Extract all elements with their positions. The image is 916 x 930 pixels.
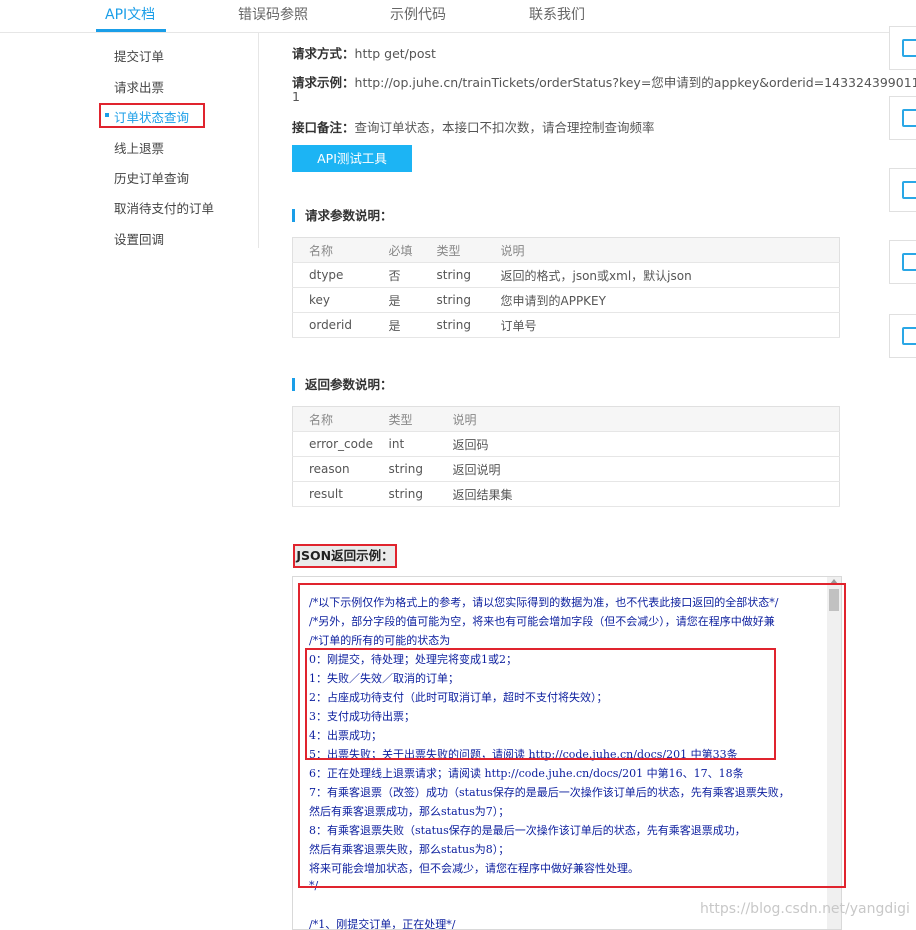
table-cell: 订单号 [500,312,840,338]
watermark-text: https://blog.csdn.net/yangdigi [700,901,910,917]
api-note-label: 接口备注： [292,120,355,135]
table-header: 必填 [388,237,437,263]
request-method-label: 请求方式： [292,46,355,61]
sidebar-item-submit-order[interactable]: 提交订单 [114,46,164,65]
table-cell: key [292,287,389,313]
tab-sample-code[interactable]: 示例代码 [390,4,446,24]
top-navigation: API文档 错误码参照 示例代码 联系我们 [0,0,916,33]
request-example-line: 请求示例：http://op.juhe.cn/trainTickets/orde… [292,72,916,91]
refresh-icon [902,109,916,127]
request-example-label: 请求示例： [292,75,355,90]
tab-api-docs[interactable]: API文档 [105,4,155,24]
request-method-line: 请求方式：http get/post [292,43,436,62]
table-header: 类型 [436,237,501,263]
table-header: 名称 [292,406,389,432]
table-cell: 您申请到的APPKEY [500,287,840,313]
api-note-value: 查询订单状态，本接口不扣次数，请合理控制查询频率 [354,120,655,135]
rail-item-price[interactable] [889,26,916,70]
table-cell: int [388,431,453,457]
table-cell: orderid [292,312,389,338]
table-row: error_code int 返回码 [292,431,840,457]
table-cell: string [436,287,501,313]
table-cell: 是 [388,287,437,313]
tab-error-codes[interactable]: 错误码参照 [238,4,308,24]
table-cell: 返回码 [452,431,840,457]
json-example-title: JSON返回示例： [293,544,397,568]
table-cell: 返回的格式，json或xml，默认json [500,262,840,288]
table-row: result string 返回结果集 [292,481,840,507]
rail-item-chat[interactable] [889,240,916,284]
table-row: orderid 是 string 订单号 [292,312,840,338]
table-header: 类型 [388,406,453,432]
table-cell: result [292,481,389,507]
sidebar-item-online-refund[interactable]: 线上退票 [114,138,164,157]
rail-item-weather[interactable] [889,314,916,358]
api-test-tool-button[interactable]: API测试工具 [292,145,412,172]
tab-contact-us[interactable]: 联系我们 [529,4,585,24]
highlight-box-status-list [305,648,776,760]
table-cell: string [388,481,453,507]
table-header: 名称 [292,237,389,263]
table-cell: 否 [388,262,437,288]
highlight-box-order-status [99,103,205,128]
table-cell: string [436,262,501,288]
sidebar-item-order-history[interactable]: 历史订单查询 [114,168,189,187]
table-header: 说明 [452,406,840,432]
table-row: reason string 返回说明 [292,456,840,482]
sidebar-item-request-ticket[interactable]: 请求出票 [114,77,164,96]
rail-item-refresh[interactable] [889,96,916,140]
table-cell: 是 [388,312,437,338]
table-cell: 返回结果集 [452,481,840,507]
weather-icon [902,327,916,345]
table-header-row: 名称 必填 类型 说明 [292,237,840,263]
request-example-url[interactable]: http://op.juhe.cn/trainTickets/orderStat… [355,75,916,90]
table-cell: dtype [292,262,389,288]
table-cell: string [436,312,501,338]
sidebar-item-set-callback[interactable]: 设置回调 [114,229,164,248]
return-params-table: 名称 类型 说明 error_code int 返回码 reason strin… [292,406,840,507]
table-cell: string [388,456,453,482]
table-cell: error_code [292,431,389,457]
sidebar-item-cancel-unpaid[interactable]: 取消待支付的订单 [114,198,214,217]
request-method-value: http get/post [354,46,436,61]
rail-item-image[interactable] [889,168,916,212]
table-cell: reason [292,456,389,482]
table-row: key 是 string 您申请到的APPKEY [292,287,840,313]
table-cell: 返回说明 [452,456,840,482]
chat-icon [902,253,916,271]
request-example-line-wrap: 1 [292,89,300,104]
table-row: dtype 否 string 返回的格式，json或xml，默认json [292,262,840,288]
image-icon [902,181,916,199]
request-params-title: 请求参数说明： [292,209,393,222]
price-icon [902,39,916,57]
request-params-table: 名称 必填 类型 说明 dtype 否 string 返回的格式，json或xm… [292,237,840,338]
return-params-title: 返回参数说明： [292,378,393,391]
table-header-row: 名称 类型 说明 [292,406,840,432]
api-note-line: 接口备注：查询订单状态，本接口不扣次数，请合理控制查询频率 [292,117,655,136]
table-header: 说明 [500,237,840,263]
